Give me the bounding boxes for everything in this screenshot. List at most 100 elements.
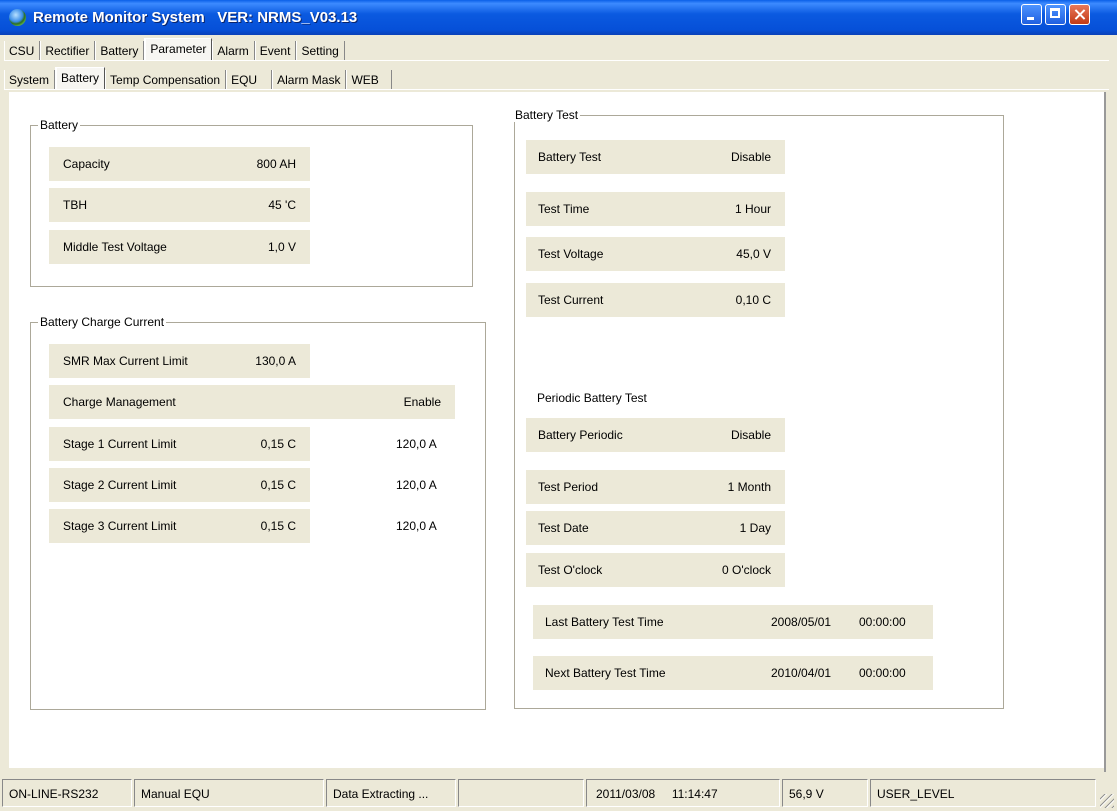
battery-test-group-title: Battery Test <box>513 108 581 122</box>
subtab-battery[interactable]: Battery <box>55 67 106 90</box>
subtab-equ[interactable]: EQU <box>226 70 273 90</box>
test-voltage-row[interactable]: Test Voltage 45,0 V <box>526 237 785 271</box>
stage2-current-value: 0,15 C <box>260 478 296 492</box>
stage2-current-label: Stage 2 Current Limit <box>63 478 177 492</box>
status-datetime: 2011/03/08 11:14:47 <box>586 779 780 807</box>
status-empty <box>458 779 584 807</box>
battery-test-label: Battery Test <box>538 150 602 164</box>
content-panel: Battery Capacity 800 AH TBH 45 'C Middle… <box>9 92 1105 768</box>
capacity-label: Capacity <box>63 157 110 171</box>
stage1-current-value: 0,15 C <box>260 437 296 451</box>
stage1-amps: 120,0 A <box>396 437 437 451</box>
test-date-value: 1 Day <box>739 521 771 535</box>
tab-divider <box>4 60 1109 61</box>
stage3-current-value: 0,15 C <box>260 519 296 533</box>
window-title: Remote Monitor System VER: NRMS_V03.13 <box>33 9 358 26</box>
test-period-label: Test Period <box>538 480 599 494</box>
subtab-web[interactable]: WEB <box>346 70 392 90</box>
subtab-alarm-mask[interactable]: Alarm Mask <box>272 70 347 90</box>
subtab-system[interactable]: System <box>4 70 56 90</box>
test-oclock-row[interactable]: Test O'clock 0 O'clock <box>526 553 785 587</box>
test-time-row[interactable]: Test Time 1 Hour <box>526 192 785 226</box>
test-current-label: Test Current <box>538 293 604 307</box>
test-time-label: Test Time <box>538 202 590 216</box>
test-date-label: Test Date <box>538 521 589 535</box>
charge-current-group-title: Battery Charge Current <box>38 315 167 329</box>
battery-periodic-label: Battery Periodic <box>538 428 623 442</box>
status-voltage: 56,9 V <box>782 779 868 807</box>
battery-group-title: Battery <box>38 118 81 132</box>
test-period-row[interactable]: Test Period 1 Month <box>526 470 785 504</box>
stage3-current-label: Stage 3 Current Limit <box>63 519 177 533</box>
tbh-label: TBH <box>63 198 87 212</box>
next-battery-test-label: Next Battery Test Time <box>545 666 666 680</box>
middle-test-voltage-row[interactable]: Middle Test Voltage 1,0 V <box>49 230 310 264</box>
smr-max-current-row[interactable]: SMR Max Current Limit 130,0 A <box>49 344 310 378</box>
battery-periodic-row[interactable]: Battery Periodic Disable <box>526 418 785 452</box>
tbh-row[interactable]: TBH 45 'C <box>49 188 310 222</box>
test-period-value: 1 Month <box>727 480 771 494</box>
battery-test-group: Battery Test Battery Test Disable Test T… <box>513 108 1004 709</box>
main-tab-strip: CSU Rectifier Battery Parameter Alarm Ev… <box>4 38 345 61</box>
last-battery-test-row: Last Battery Test Time 2008/05/01 00:00:… <box>533 605 933 639</box>
status-mode: Manual EQU <box>134 779 324 807</box>
next-battery-test-date: 2010/04/01 <box>771 666 832 680</box>
minimize-button[interactable] <box>1021 4 1042 25</box>
test-oclock-label: Test O'clock <box>538 563 603 577</box>
battery-test-row[interactable]: Battery Test Disable <box>526 140 785 174</box>
battery-periodic-value: Disable <box>730 428 771 442</box>
stage3-amps: 120,0 A <box>396 519 437 533</box>
stage1-current-row[interactable]: Stage 1 Current Limit 0,15 C <box>49 427 310 461</box>
status-activity: Data Extracting ... <box>326 779 456 807</box>
periodic-battery-test-heading: Periodic Battery Test <box>537 391 647 405</box>
capacity-row[interactable]: Capacity 800 AH <box>49 147 310 181</box>
stage1-current-label: Stage 1 Current Limit <box>63 437 177 451</box>
test-current-row[interactable]: Test Current 0,10 C <box>526 283 785 317</box>
next-battery-test-row: Next Battery Test Time 2010/04/01 00:00:… <box>533 656 933 690</box>
test-oclock-value: 0 O'clock <box>722 563 771 577</box>
tab-event[interactable]: Event <box>255 41 297 61</box>
status-user-level: USER_LEVEL <box>870 779 1096 807</box>
maximize-button[interactable] <box>1045 4 1066 25</box>
close-button[interactable] <box>1069 4 1090 25</box>
subtab-temp-compensation[interactable]: Temp Compensation <box>105 70 227 90</box>
smr-max-current-value: 130,0 A <box>255 354 296 368</box>
subtab-divider <box>4 89 1109 90</box>
content-edge <box>1104 92 1106 772</box>
status-connection: ON-LINE-RS232 <box>2 779 132 807</box>
stage2-amps: 120,0 A <box>396 478 437 492</box>
stage3-current-row[interactable]: Stage 3 Current Limit 0,15 C <box>49 509 310 543</box>
test-voltage-value: 45,0 V <box>736 247 771 261</box>
tab-csu[interactable]: CSU <box>4 41 41 61</box>
tab-parameter[interactable]: Parameter <box>144 38 213 61</box>
stage2-current-row[interactable]: Stage 2 Current Limit 0,15 C <box>49 468 310 502</box>
resize-grip-icon[interactable] <box>1100 794 1114 808</box>
tab-setting[interactable]: Setting <box>296 41 345 61</box>
test-current-value: 0,10 C <box>735 293 771 307</box>
tab-alarm[interactable]: Alarm <box>212 41 255 61</box>
last-battery-test-label: Last Battery Test Time <box>545 615 664 629</box>
capacity-value: 800 AH <box>256 157 296 171</box>
tbh-value: 45 'C <box>268 198 296 212</box>
globe-icon <box>9 9 26 26</box>
test-time-value: 1 Hour <box>734 202 771 216</box>
test-date-row[interactable]: Test Date 1 Day <box>526 511 785 545</box>
title-bar[interactable]: Remote Monitor System VER: NRMS_V03.13 <box>0 0 1117 35</box>
tab-battery[interactable]: Battery <box>95 41 145 61</box>
battery-test-value: Disable <box>730 150 771 164</box>
middle-test-voltage-value: 1,0 V <box>267 240 296 254</box>
tab-rectifier[interactable]: Rectifier <box>40 41 96 61</box>
battery-group: Battery Capacity 800 AH TBH 45 'C Middle… <box>30 118 473 287</box>
charge-management-value: Enable <box>403 395 441 409</box>
test-voltage-label: Test Voltage <box>538 247 604 261</box>
charge-current-group: Battery Charge Current SMR Max Current L… <box>30 315 486 710</box>
smr-max-current-label: SMR Max Current Limit <box>63 354 188 368</box>
sub-tab-strip: System Battery Temp Compensation EQU Ala… <box>4 67 392 90</box>
charge-management-label: Charge Management <box>63 395 176 409</box>
last-battery-test-date: 2008/05/01 <box>771 615 832 629</box>
main-window: Remote Monitor System VER: NRMS_V03.13 C… <box>0 0 1117 811</box>
status-bar: ON-LINE-RS232 Manual EQU Data Extracting… <box>0 775 1117 811</box>
middle-test-voltage-label: Middle Test Voltage <box>63 240 167 254</box>
last-battery-test-time: 00:00:00 <box>859 615 906 629</box>
charge-management-row[interactable]: Charge Management Enable <box>49 385 455 419</box>
